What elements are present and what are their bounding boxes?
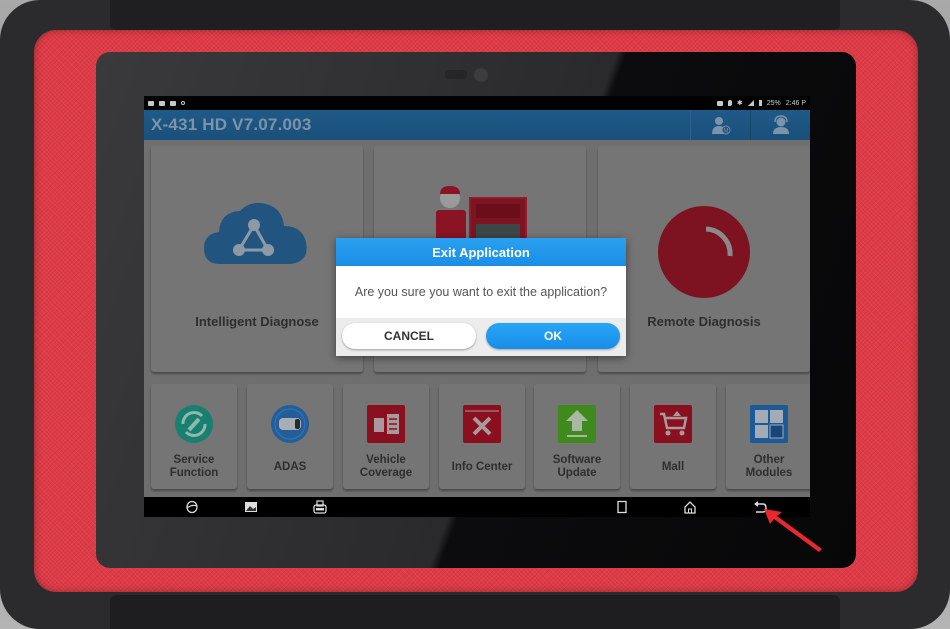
gallery-notification-icon — [148, 100, 154, 106]
notification-icon — [159, 100, 165, 106]
remote-diagnosis-label: Remote Diagnosis — [647, 314, 761, 329]
recent-apps-button[interactable] — [614, 500, 630, 514]
info-center-label: Info Center — [451, 461, 513, 473]
dialog-title: Exit Application — [336, 238, 626, 266]
screenshot-button[interactable] — [243, 500, 259, 514]
user-login-button[interactable]: M — [690, 110, 750, 140]
browser-button[interactable] — [184, 500, 200, 514]
support-agent-icon — [772, 115, 789, 134]
info-center-card[interactable]: Info Center — [439, 384, 525, 489]
vci-button[interactable] — [312, 500, 328, 514]
tablet-screen: ✱ 25% 2:46 P X-431 HD V7.07.003 M Intell… — [144, 96, 810, 517]
cast-icon — [716, 100, 723, 106]
mall-label: Mall — [661, 461, 685, 473]
browser-icon — [186, 500, 198, 514]
photo-background: ✱ 25% 2:46 P X-431 HD V7.07.003 M Intell… — [0, 0, 950, 629]
remote-target-icon — [658, 206, 750, 298]
cancel-button[interactable]: CANCEL — [342, 323, 476, 349]
mall-card[interactable]: Mall — [630, 384, 716, 489]
cloud-share-icon — [204, 202, 307, 264]
clock: 2:46 P — [785, 99, 806, 107]
battery-icon — [758, 100, 762, 106]
app-bar: X-431 HD V7.07.003 M — [144, 110, 810, 140]
other-modules-card[interactable]: Other Modules — [726, 384, 810, 489]
svg-text:M: M — [723, 129, 728, 135]
support-button[interactable] — [750, 110, 810, 140]
home-icon — [684, 501, 696, 514]
app-title: X-431 HD V7.07.003 — [151, 115, 312, 134]
adas-label: ADAS — [273, 461, 307, 473]
car-radar-icon — [271, 405, 309, 443]
remote-diagnosis-card[interactable]: Remote Diagnosis — [598, 146, 810, 372]
upload-arrow-icon — [558, 405, 596, 443]
settings-notification-icon — [181, 101, 185, 105]
grid-modules-icon — [750, 405, 788, 443]
other-modules-label: Other Modules — [745, 454, 793, 479]
recent-apps-icon — [617, 500, 627, 514]
tools-icon — [463, 405, 501, 443]
adas-card[interactable]: ADAS — [247, 384, 333, 489]
light-sensor — [445, 70, 467, 79]
ok-button[interactable]: OK — [486, 323, 620, 349]
shopping-cart-icon — [654, 405, 692, 443]
bluetooth-icon: ✱ — [736, 100, 743, 107]
front-camera — [475, 69, 487, 81]
service-function-label: Service Function — [169, 454, 219, 479]
status-bar: ✱ 25% 2:46 P — [144, 96, 810, 110]
intelligent-diagnose-card[interactable]: Intelligent Diagnose — [151, 146, 363, 372]
location-icon — [727, 100, 732, 106]
notification-icon — [170, 100, 176, 106]
dialog-message: Are you sure you want to exit the applic… — [354, 285, 608, 299]
screenshot-icon — [245, 502, 257, 512]
vci-icon — [313, 500, 327, 514]
user-login-icon: M — [711, 117, 730, 135]
exit-application-dialog: Exit Application Are you sure you want t… — [336, 238, 626, 356]
wrench-refresh-icon — [175, 405, 213, 443]
signal-icon — [747, 100, 754, 106]
intelligent-diagnose-label: Intelligent Diagnose — [195, 314, 319, 329]
annotation-arrow — [764, 509, 822, 552]
software-update-card[interactable]: Software Update — [534, 384, 620, 489]
vehicle-list-icon — [367, 405, 405, 443]
vehicle-coverage-label: Vehicle Coverage — [359, 454, 413, 479]
navigation-bar — [144, 497, 810, 517]
service-function-card[interactable]: Service Function — [151, 384, 237, 489]
home-button[interactable] — [682, 500, 698, 514]
tablet-top-edge — [110, 0, 840, 30]
battery-percent: 25% — [766, 99, 781, 107]
dialog-footer: CANCEL OK — [336, 318, 626, 356]
vehicle-coverage-card[interactable]: Vehicle Coverage — [343, 384, 429, 489]
software-update-label: Software Update — [552, 454, 602, 479]
tablet-bottom-edge — [110, 595, 840, 629]
